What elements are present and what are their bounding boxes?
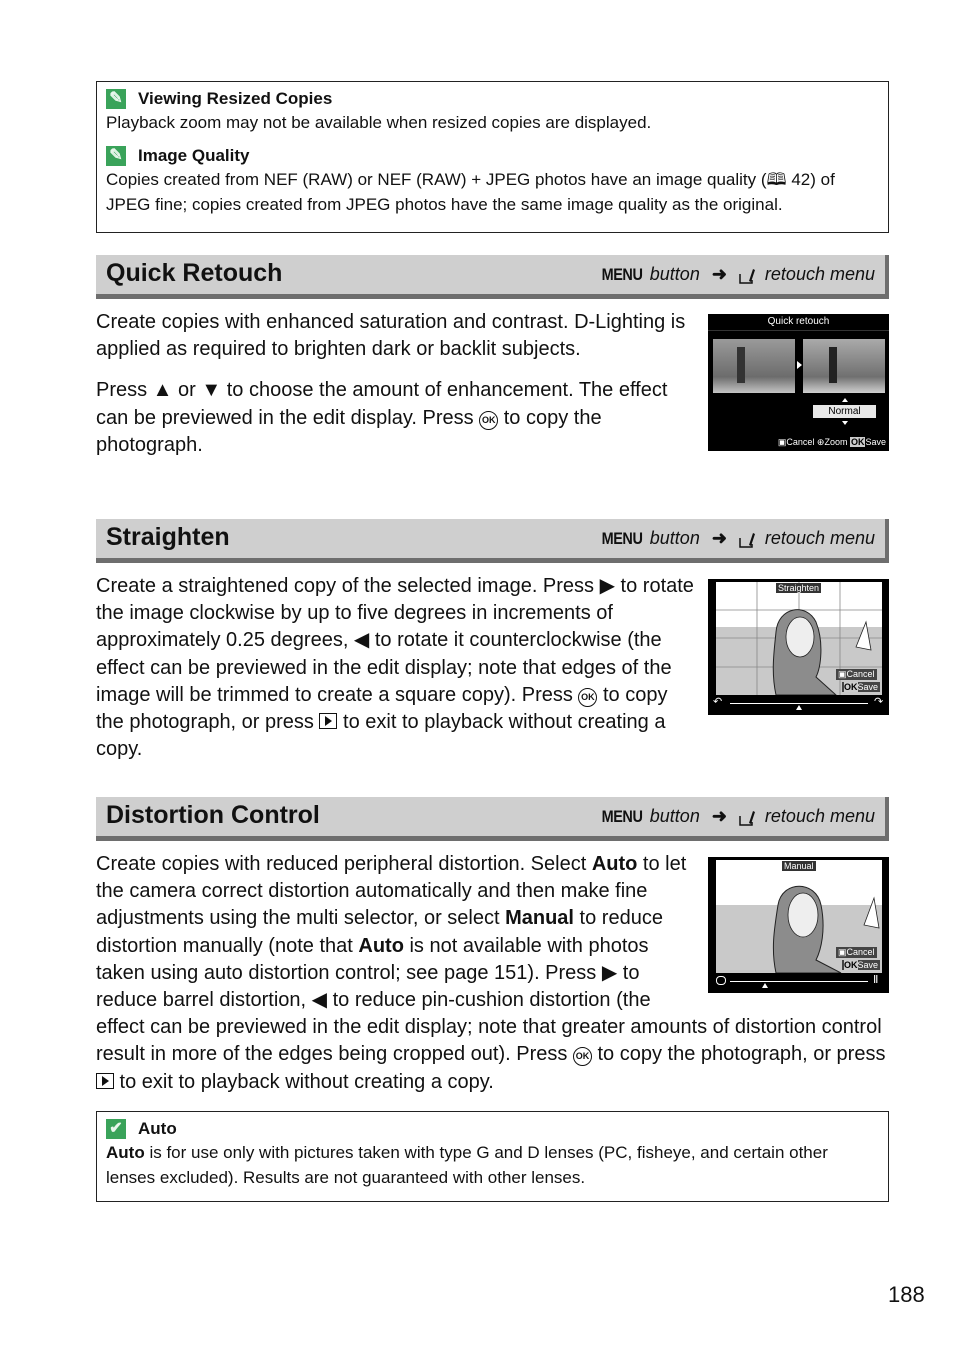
arrow-down-icon <box>842 421 848 425</box>
playback-button-icon <box>319 713 338 730</box>
screen-title: Straighten <box>776 583 822 593</box>
enhancement-value-selector[interactable]: Normal <box>813 405 876 418</box>
playback-icon: ▣ <box>838 947 847 957</box>
retouch-menu-icon <box>739 808 757 826</box>
breadcrumb: MENU button ➜ retouch menu <box>601 528 875 548</box>
arrow-right-icon: ➜ <box>711 806 727 826</box>
rotation-slider-thumb[interactable] <box>796 705 802 710</box>
distortion-slider-thumb[interactable] <box>761 983 768 988</box>
screen-title: Quick retouch <box>767 316 830 327</box>
note-box-top: ✎ Viewing Resized Copies Playback zoom m… <box>96 81 889 233</box>
playback-button-icon <box>96 1072 114 1089</box>
note-text-resized: Playback zoom may not be available when … <box>106 113 652 132</box>
page-number: 188 <box>888 1282 925 1307</box>
menu-button-label: MENU <box>601 528 643 548</box>
section-header-distortion-control: Distortion Control MENU button ➜ retouch… <box>96 797 889 841</box>
pincushion-distortion-icon: Ⅱ <box>873 974 879 986</box>
straighten-screen: Straighten ▣Cancel OKSave ↶ ↷ <box>708 579 889 715</box>
playback-icon: ▣ <box>838 669 847 679</box>
preview-image <box>803 339 885 393</box>
rotation-slider-track[interactable] <box>730 703 868 704</box>
page-reference-link[interactable]: 42 <box>791 170 810 189</box>
rotate-ccw-icon: ↶ <box>713 696 723 708</box>
section-header-quick-retouch: Quick Retouch MENU button ➜ retouch menu <box>96 255 889 299</box>
note-text-quality: Copies created from NEF (RAW) or NEF (RA… <box>106 170 835 214</box>
book-icon: 🕮 <box>766 170 792 189</box>
ok-button-icon: OK <box>578 687 598 707</box>
screen-title: Manual <box>782 861 816 871</box>
screen-cancel: ▣Cancel <box>836 669 877 680</box>
ok-button-icon: OK <box>479 410 499 430</box>
barrel-distortion-icon <box>716 976 726 985</box>
screen-cancel: ▣Cancel <box>836 947 877 958</box>
distortion-control-screen: Manual ▣Cancel OKSave Ⅱ <box>708 857 889 993</box>
note-text-auto: Auto is for use only with pictures taken… <box>106 1143 828 1187</box>
section-title: Quick Retouch <box>106 259 283 287</box>
arrow-right-icon: ➜ <box>711 264 727 284</box>
ok-icon: OK <box>844 960 858 970</box>
arrow-up-icon <box>842 398 848 402</box>
checkmark-icon: ✔ <box>106 1119 126 1139</box>
ok-icon: OK <box>844 682 858 692</box>
note-title-resized: ✎ Viewing Resized Copies <box>106 88 879 110</box>
arrow-right-icon: ➜ <box>711 528 727 548</box>
note-box-auto: ✔ Auto Auto is for use only with picture… <box>96 1111 889 1202</box>
ok-button-icon: OK <box>572 1047 592 1067</box>
quick-retouch-screen: Quick retouch Normal ▣Cancel ⊕Zoom OKSav… <box>708 314 889 451</box>
note-title-quality: ✎ Image Quality <box>106 145 879 167</box>
pencil-note-icon: ✎ <box>106 146 126 166</box>
note-title-auto: ✔ Auto <box>106 1118 879 1140</box>
section-title: Straighten <box>106 523 230 551</box>
arrow-right-icon <box>797 361 802 369</box>
original-image <box>713 339 795 393</box>
breadcrumb: MENU button ➜ retouch menu <box>601 264 875 284</box>
rotate-cw-icon: ↷ <box>874 696 884 708</box>
menu-button-label: MENU <box>601 264 643 284</box>
straighten-description: Create a straightened copy of the select… <box>96 575 694 761</box>
retouch-menu-icon <box>739 530 757 548</box>
pencil-note-icon: ✎ <box>106 89 126 109</box>
ok-icon: OK <box>849 437 866 447</box>
menu-button-label: MENU <box>601 806 643 826</box>
breadcrumb: MENU button ➜ retouch menu <box>601 806 875 826</box>
screen-footer: ▣Cancel ⊕Zoom OKSave <box>777 437 886 447</box>
section-header-straighten: Straighten MENU button ➜ retouch menu <box>96 519 889 563</box>
section-title: Distortion Control <box>106 801 320 829</box>
distortion-slider-track[interactable] <box>730 981 868 982</box>
quick-retouch-description: Create copies with enhanced saturation a… <box>96 311 686 456</box>
screen-save: OKSave <box>842 960 881 970</box>
retouch-menu-icon <box>739 266 757 284</box>
screen-save: OKSave <box>842 682 881 692</box>
